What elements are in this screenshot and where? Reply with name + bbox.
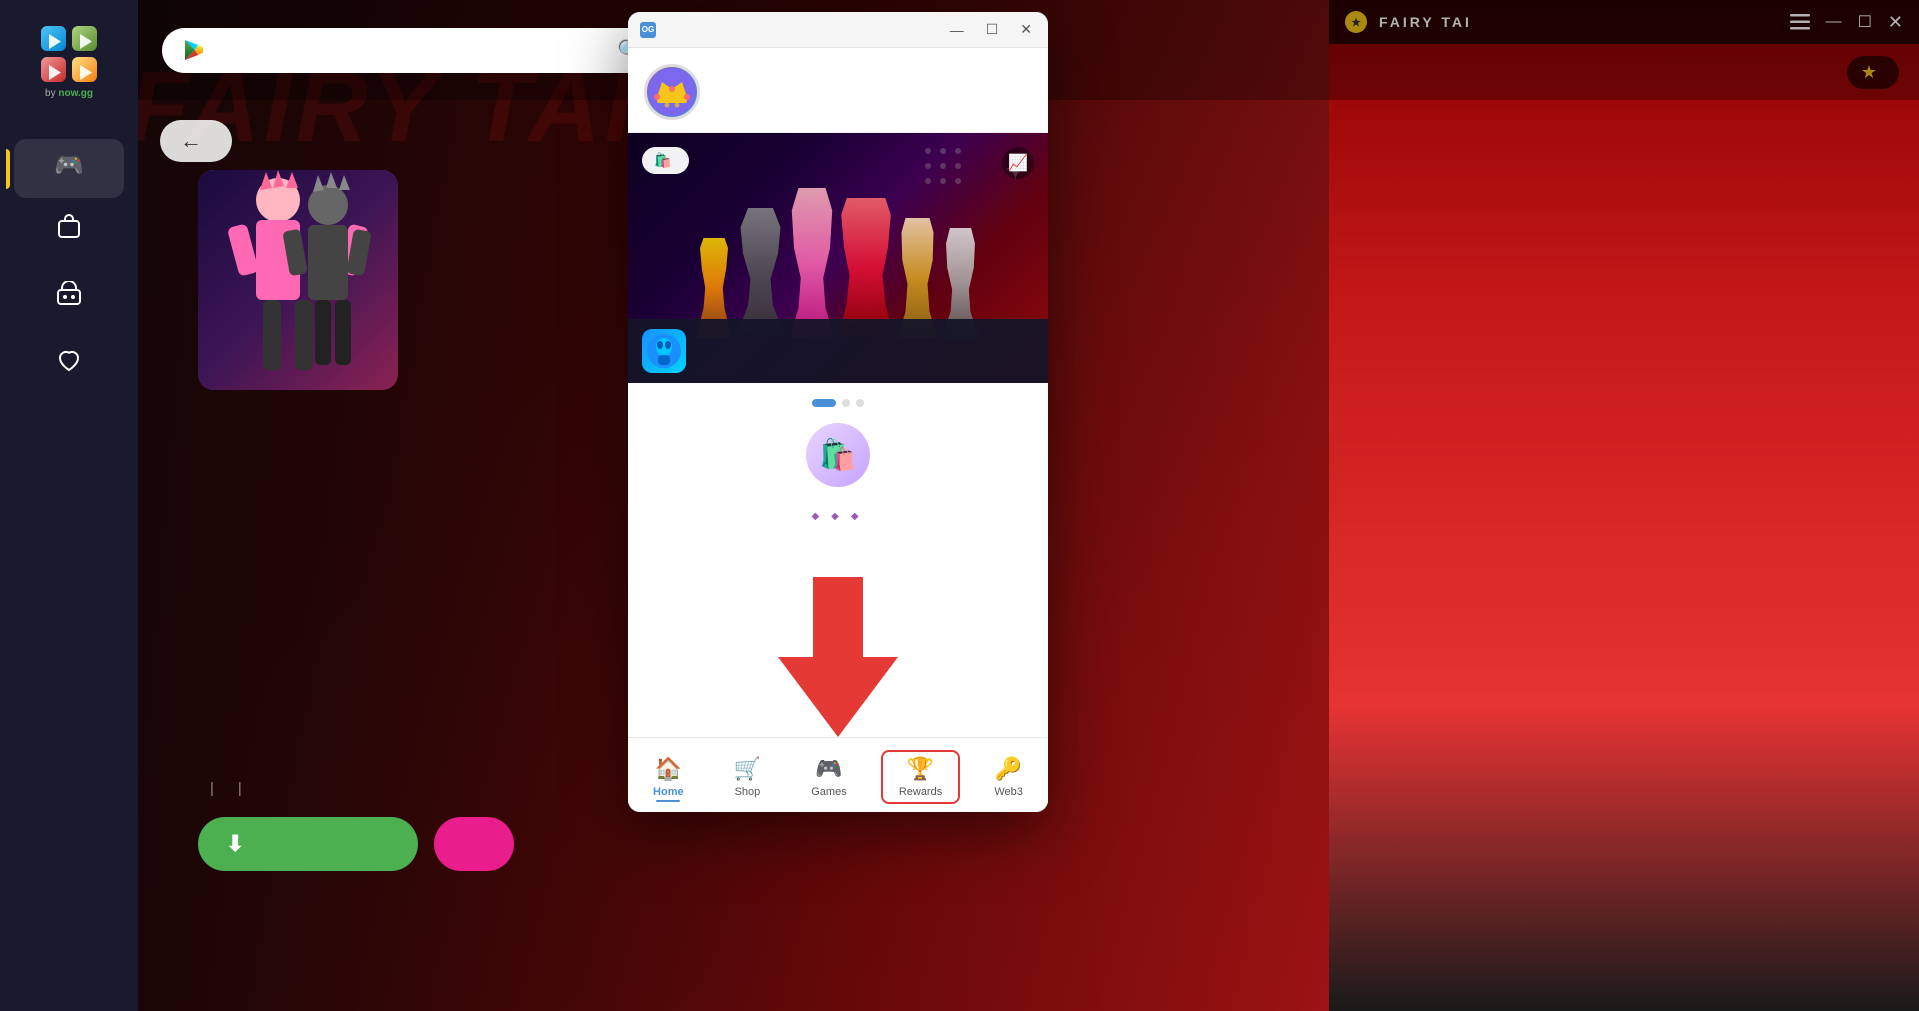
fairy-tail-window: ★ FAIRY TAI — ☐ ✕ ★ — [1329, 0, 1919, 1011]
webshop-tag-icon: 🛍️ — [654, 152, 671, 169]
og-banner-trend-button[interactable]: 📈 — [1002, 147, 1034, 179]
home-nav-icon: 🏠 — [655, 756, 682, 782]
og-banner[interactable]: ✦ 🛍️ 📈 — [628, 133, 1048, 383]
og-nav-web3[interactable]: 🔑 Web3 — [978, 752, 1039, 802]
web3-nav-icon: 🔑 — [995, 756, 1022, 782]
my-games-icon — [56, 348, 82, 381]
og-nav-rewards[interactable]: 🏆 Rewards — [881, 750, 960, 804]
rewards-nav-label: Rewards — [899, 786, 942, 798]
og-webshop-desc: ◆ ◆ ◆ — [811, 511, 864, 522]
thumb-characters-svg — [198, 170, 398, 390]
dot-1-active — [812, 399, 836, 407]
banner-char-4 — [839, 198, 894, 338]
og-store-content: ✦ 🛍️ 📈 — [628, 48, 1048, 737]
restore-button[interactable]: ☐ — [982, 19, 1003, 40]
minimize-button[interactable]: — — [946, 20, 968, 40]
og-bottom-navigation: 🏠 Home 🛒 Shop 🎮 Games 🏆 Rewards 🔑 Web3 — [628, 737, 1048, 812]
game-separator-1: | — [210, 780, 214, 797]
game-title-area: | | ⬇ — [198, 772, 514, 871]
nowgg-text: now.gg — [58, 88, 93, 99]
go-back-button[interactable]: ← — [160, 120, 232, 162]
dot-2 — [842, 399, 850, 407]
shop-nav-icon: 🛒 — [734, 756, 761, 782]
all-games-icon: 🎮 — [54, 151, 84, 180]
game-buttons: ⬇ — [198, 817, 514, 871]
og-store-window: OG — ☐ ✕ — [628, 12, 1048, 812]
sidebar-item-all-games[interactable]: 🎮 — [14, 139, 124, 198]
trending-icon: 📈 — [1008, 153, 1028, 173]
sidebar-item-my-games[interactable] — [14, 336, 124, 399]
og-offer-game-icon — [642, 329, 686, 373]
og-webshop-section: 🛍️ ◆ ◆ ◆ — [628, 423, 1048, 538]
try-instantly-icon: ⬇ — [226, 831, 244, 857]
game-separator-2: | — [238, 780, 242, 797]
install-button[interactable] — [434, 817, 514, 871]
sidebar: by now.gg 🎮 — [0, 0, 138, 1011]
dot-grid-decoration — [918, 141, 998, 221]
og-nav-home[interactable]: 🏠 Home — [637, 752, 700, 802]
og-divider-area — [628, 383, 1048, 423]
game-thumb-image — [198, 170, 398, 390]
og-offer-bar[interactable] — [628, 319, 1048, 383]
shop-nav-label: Shop — [735, 786, 761, 798]
marketplace-icon — [56, 281, 82, 314]
sidebar-item-marketplace[interactable] — [14, 269, 124, 332]
bluestacks-sub: by now.gg — [45, 88, 93, 99]
offer-game-icon-svg — [646, 333, 682, 369]
games-nav-label: Games — [811, 786, 846, 798]
fairy-tail-bg — [1329, 0, 1919, 1011]
game-meta: | | — [198, 780, 514, 797]
og-store-favicon: OG — [640, 22, 656, 38]
home-nav-label: Home — [653, 786, 684, 798]
og-nav-shop[interactable]: 🛒 Shop — [718, 752, 777, 802]
banner-char-3 — [790, 188, 835, 338]
window-controls: — ☐ ✕ — [946, 19, 1036, 40]
og-store-titlebar: OG — ☐ ✕ — [628, 12, 1048, 48]
desc-diamond-2: ◆ — [831, 511, 839, 522]
desc-diamond-1: ◆ — [811, 511, 819, 522]
close-button[interactable]: ✕ — [1016, 19, 1036, 40]
dot-3 — [856, 399, 864, 407]
og-user-avatar — [644, 64, 700, 120]
game-thumbnail — [198, 170, 398, 390]
webshop-bag-icon: 🛍️ — [819, 438, 856, 473]
try-instantly-button[interactable]: ⬇ — [198, 817, 418, 871]
home-active-indicator — [656, 800, 680, 802]
sidebar-item-bluestacks-store[interactable] — [14, 202, 124, 265]
search-bar[interactable]: 🔍 — [162, 28, 662, 73]
og-favicon-text: OG — [642, 25, 654, 34]
sidebar-navigation: 🎮 — [0, 131, 138, 1011]
avatar-svg — [647, 67, 697, 117]
rewards-nav-icon: 🏆 — [907, 756, 934, 782]
desc-diamond-3: ◆ — [851, 511, 859, 522]
og-user-header — [628, 48, 1048, 133]
og-webshop-icon: 🛍️ — [806, 423, 870, 487]
og-banner-webshop-tag: 🛍️ — [642, 147, 689, 174]
google-play-icon — [182, 38, 206, 62]
go-back-arrow-icon: ← — [180, 128, 202, 154]
web3-nav-label: Web3 — [994, 786, 1023, 798]
games-nav-icon: 🎮 — [815, 756, 842, 782]
og-nav-games[interactable]: 🎮 Games — [795, 752, 862, 802]
bluestacks-store-icon — [56, 214, 82, 247]
bluestacks-logo: by now.gg — [31, 16, 107, 107]
bluestacks-logo-icon — [39, 24, 99, 84]
